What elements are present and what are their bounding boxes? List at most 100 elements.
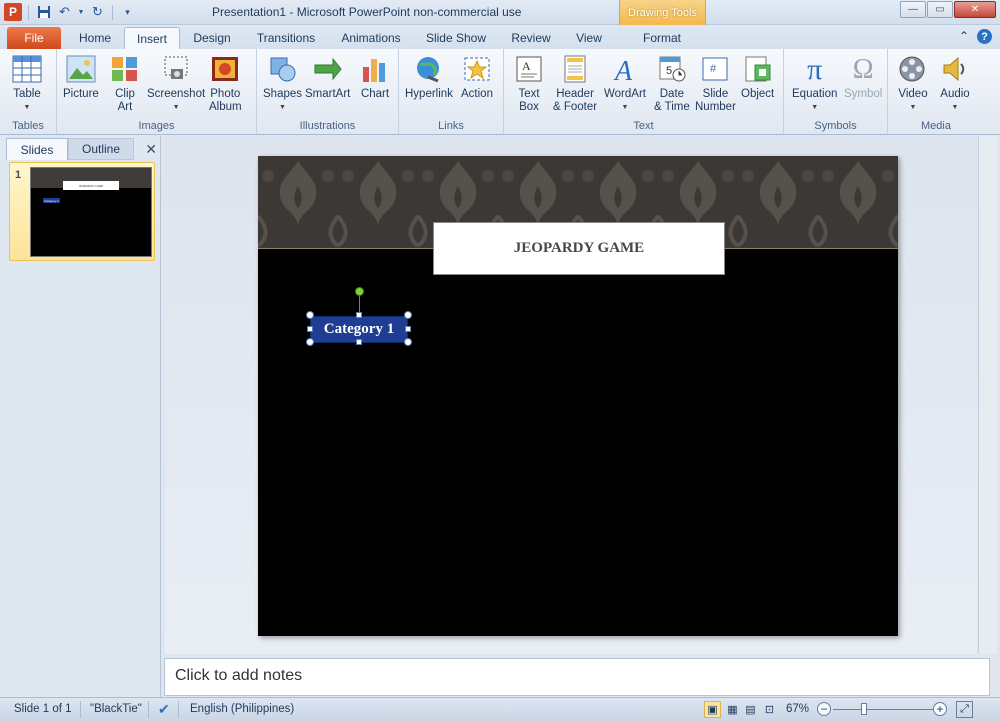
- resize-handle-bottom[interactable]: [356, 339, 362, 345]
- notes-pane[interactable]: Click to add notes: [164, 658, 990, 696]
- tab-slides[interactable]: Slides: [6, 138, 68, 160]
- table-label: Table: [13, 88, 41, 100]
- text-box-label-2: Box: [519, 101, 539, 113]
- text-box-label-1: Text: [518, 88, 540, 100]
- undo-dropdown-icon[interactable]: ▼: [77, 4, 85, 21]
- object-icon: [742, 53, 774, 85]
- slide-number-button[interactable]: # Slide Number: [695, 53, 736, 114]
- action-icon: [461, 53, 493, 85]
- resize-handle-top-left[interactable]: [306, 311, 314, 319]
- language-status[interactable]: English (Philippines): [190, 703, 294, 715]
- close-pane-icon[interactable]: ✕: [145, 141, 157, 158]
- thumbnail-preview: JEOPARDY GAME Category 1: [30, 167, 152, 257]
- group-text: A Text Box Header & Footer A WordArt ▼ 5…: [504, 49, 784, 134]
- slide-show-view-icon[interactable]: ⊡: [761, 701, 778, 718]
- customize-qat-icon[interactable]: ▾: [119, 4, 136, 21]
- zoom-level[interactable]: 67%: [786, 703, 809, 715]
- thumbnail-title: JEOPARDY GAME: [63, 181, 119, 190]
- date-time-icon: 5: [656, 53, 688, 85]
- resize-handle-bottom-left[interactable]: [306, 338, 314, 346]
- tab-format[interactable]: Format: [630, 27, 694, 49]
- zoom-slider-track[interactable]: [833, 709, 933, 710]
- resize-handle-top-right[interactable]: [404, 311, 412, 319]
- object-label: Object: [741, 88, 775, 100]
- resize-handle-left[interactable]: [307, 326, 313, 332]
- pi-icon: π: [807, 52, 823, 86]
- close-icon[interactable]: ✕: [954, 1, 996, 18]
- slide-thumbnail-1[interactable]: 1 JEOPARDY GAME Category 1: [9, 162, 155, 261]
- undo-icon[interactable]: ↶: [56, 4, 73, 21]
- tab-file[interactable]: File: [7, 27, 61, 49]
- vertical-scrollbar[interactable]: [978, 136, 997, 654]
- smartart-button[interactable]: SmartArt: [305, 53, 350, 101]
- header-footer-label-1: Header: [556, 88, 594, 100]
- help-icon[interactable]: ?: [977, 29, 992, 44]
- shapes-label: Shapes: [263, 88, 303, 100]
- text-box-button[interactable]: A Text Box: [513, 53, 545, 114]
- save-icon[interactable]: [35, 4, 52, 21]
- picture-button[interactable]: Picture: [63, 53, 99, 101]
- theme-status[interactable]: "BlackTie": [90, 703, 142, 715]
- slide-title[interactable]: JEOPARDY GAME: [433, 222, 725, 275]
- resize-handle-right[interactable]: [405, 326, 411, 332]
- tab-transitions[interactable]: Transitions: [248, 27, 324, 49]
- action-button[interactable]: Action: [461, 53, 493, 101]
- video-label: Video: [898, 88, 928, 100]
- svg-text:A: A: [613, 56, 633, 83]
- video-button[interactable]: Video ▼: [897, 53, 929, 114]
- shapes-icon: [267, 53, 299, 85]
- status-bar: Slide 1 of 1 "BlackTie" ✔ English (Phili…: [0, 697, 1000, 722]
- normal-view-icon[interactable]: ▣: [704, 701, 721, 718]
- tab-design[interactable]: Design: [184, 27, 240, 49]
- minimize-ribbon-icon[interactable]: ⌃: [959, 29, 969, 44]
- clip-art-button[interactable]: Clip Art: [109, 53, 141, 114]
- reading-view-icon[interactable]: ▤: [742, 701, 759, 718]
- hyperlink-button[interactable]: Hyperlink: [405, 53, 453, 101]
- clip-art-label-2: Art: [117, 101, 133, 113]
- tab-review[interactable]: Review: [503, 27, 559, 49]
- date-time-label-1: Date: [659, 88, 685, 100]
- speaker-icon: [939, 53, 971, 85]
- slide-sorter-view-icon[interactable]: ▦: [724, 701, 741, 718]
- tab-animations[interactable]: Animations: [333, 27, 409, 49]
- photo-album-button[interactable]: Photo Album: [209, 53, 242, 114]
- group-tables: Table ▼ Tables: [0, 49, 57, 134]
- slide-count-status[interactable]: Slide 1 of 1: [14, 703, 72, 715]
- tab-view[interactable]: View: [563, 27, 615, 49]
- spell-check-icon[interactable]: ✔: [158, 701, 170, 718]
- header-footer-button[interactable]: Header & Footer: [553, 53, 597, 114]
- table-button[interactable]: Table ▼: [11, 53, 43, 114]
- tab-insert[interactable]: Insert: [124, 27, 180, 49]
- resize-handle-bottom-right[interactable]: [404, 338, 412, 346]
- chart-label: Chart: [360, 88, 390, 100]
- equation-button[interactable]: π Equation ▼: [792, 53, 837, 114]
- minimize-icon[interactable]: —: [900, 1, 926, 18]
- rotation-handle[interactable]: [355, 287, 364, 296]
- photo-album-label-2: Album: [209, 101, 242, 113]
- tab-outline[interactable]: Outline: [68, 138, 134, 160]
- powerpoint-logo-icon[interactable]: P: [4, 3, 22, 21]
- tab-slide-show[interactable]: Slide Show: [418, 27, 494, 49]
- chevron-down-icon: ▼: [279, 104, 286, 111]
- group-media: Video ▼ Audio ▼ Media: [888, 49, 984, 134]
- zoom-in-icon[interactable]: +: [933, 702, 947, 716]
- group-label-text: Text: [633, 120, 654, 132]
- fit-to-window-icon[interactable]: ⤢: [956, 701, 973, 718]
- audio-button[interactable]: Audio ▼: [939, 53, 971, 114]
- object-button[interactable]: Object: [741, 53, 774, 101]
- zoom-out-icon[interactable]: −: [817, 702, 831, 716]
- redo-icon[interactable]: ↻: [89, 4, 106, 21]
- shapes-button[interactable]: Shapes ▼: [263, 53, 302, 114]
- date-time-button[interactable]: 5 Date & Time: [654, 53, 690, 114]
- group-label-images: Images: [138, 120, 175, 132]
- chart-button[interactable]: Chart: [359, 53, 391, 101]
- screenshot-button[interactable]: Screenshot ▼: [147, 53, 205, 114]
- tab-home[interactable]: Home: [68, 27, 122, 49]
- symbol-button[interactable]: Ω Symbol: [844, 53, 882, 101]
- resize-handle-top[interactable]: [356, 312, 362, 318]
- hyperlink-icon: [413, 53, 445, 85]
- wordart-button[interactable]: A WordArt ▼: [604, 53, 646, 114]
- maximize-icon[interactable]: ▭: [927, 1, 953, 18]
- chevron-down-icon: ▼: [951, 104, 959, 111]
- zoom-slider-thumb[interactable]: [861, 703, 867, 715]
